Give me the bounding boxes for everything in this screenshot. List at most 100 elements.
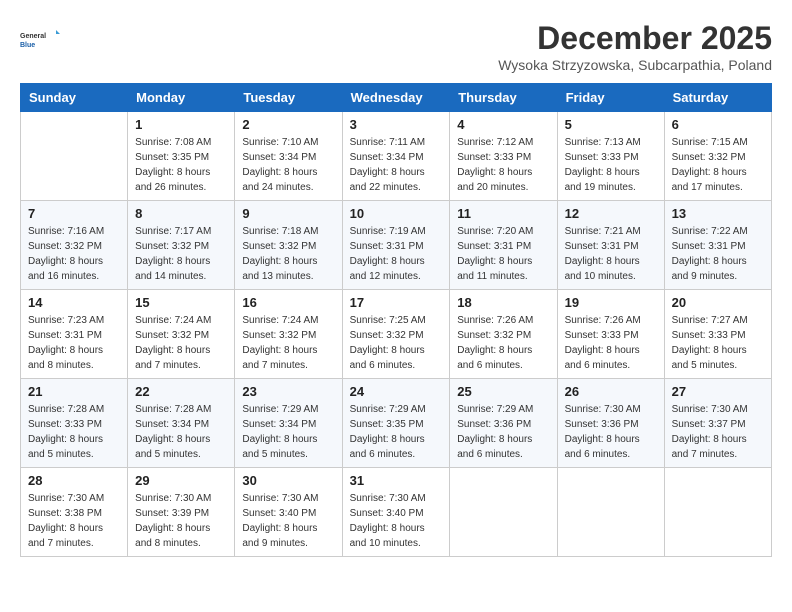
svg-text:Blue: Blue [20, 42, 35, 49]
calendar-cell: 15Sunrise: 7:24 AM Sunset: 3:32 PM Dayli… [128, 290, 235, 379]
calendar-cell: 23 Sunrise: 7:29 AM Sunset: 3:34 PM Dayli… [235, 379, 342, 468]
day-info: Sunrise: 7:28 AM Sunset: 3:34 PM Dayligh… [135, 402, 227, 462]
day-number: 24 [350, 384, 443, 399]
day-info: Sunrise: 7:23 AM Sunset: 3:31 PM Dayligh… [28, 313, 120, 373]
day-info: Sunrise: 7:29 AM Sunset: 3:36 PM Dayligh… [457, 402, 549, 462]
day-info: Sunrise: 7:11 AM Sunset: 3:34 PM Dayligh… [350, 135, 443, 195]
calendar-cell: 20Sunrise: 7:27 AM Sunset: 3:33 PM Dayli… [664, 290, 771, 379]
calendar-week-row: 14 Sunrise: 7:23 AM Sunset: 3:31 PM Dayli… [21, 290, 772, 379]
calendar-cell: 5 Sunrise: 7:13 AM Sunset: 3:33 PM Daylig… [557, 112, 664, 201]
day-number: 30 [242, 473, 334, 488]
day-info: Sunrise: 7:24 AM Sunset: 3:32 PM Dayligh… [242, 313, 334, 373]
calendar-week-row: 7 Sunrise: 7:16 AM Sunset: 3:32 PM Daylig… [21, 201, 772, 290]
column-header-thursday: Thursday [450, 84, 557, 112]
day-number: 5 [565, 117, 657, 132]
day-number: 17 [350, 295, 443, 310]
day-info: Sunrise: 7:12 AM Sunset: 3:33 PM Dayligh… [457, 135, 549, 195]
calendar-cell: 4 Sunrise: 7:12 AM Sunset: 3:33 PM Daylig… [450, 112, 557, 201]
day-number: 25 [457, 384, 549, 399]
calendar-week-row: 21 Sunrise: 7:28 AM Sunset: 3:33 PM Dayli… [21, 379, 772, 468]
column-header-sunday: Sunday [21, 84, 128, 112]
day-number: 6 [672, 117, 764, 132]
calendar-cell: 7 Sunrise: 7:16 AM Sunset: 3:32 PM Daylig… [21, 201, 128, 290]
calendar-cell: 24 Sunrise: 7:29 AM Sunset: 3:35 PM Dayli… [342, 379, 450, 468]
column-header-monday: Monday [128, 84, 235, 112]
day-info: Sunrise: 7:27 AM Sunset: 3:33 PM Dayligh… [672, 313, 764, 373]
day-info: Sunrise: 7:19 AM Sunset: 3:31 PM Dayligh… [350, 224, 443, 284]
day-info: Sunrise: 7:13 AM Sunset: 3:33 PM Dayligh… [565, 135, 657, 195]
calendar-cell: 2 Sunrise: 7:10 AM Sunset: 3:34 PM Daylig… [235, 112, 342, 201]
location-title: Wysoka Strzyzowska, Subcarpathia, Poland [498, 57, 772, 73]
page-header: General Blue December 2025 Wysoka Strzyz… [20, 20, 772, 73]
logo-svg: General Blue [20, 20, 60, 60]
day-info: Sunrise: 7:21 AM Sunset: 3:31 PM Dayligh… [565, 224, 657, 284]
day-number: 10 [350, 206, 443, 221]
day-number: 29 [135, 473, 227, 488]
day-info: Sunrise: 7:20 AM Sunset: 3:31 PM Dayligh… [457, 224, 549, 284]
calendar-cell: 11Sunrise: 7:20 AM Sunset: 3:31 PM Dayli… [450, 201, 557, 290]
day-info: Sunrise: 7:08 AM Sunset: 3:35 PM Dayligh… [135, 135, 227, 195]
calendar-cell: 19 Sunrise: 7:26 AM Sunset: 3:33 PM Dayli… [557, 290, 664, 379]
day-info: Sunrise: 7:16 AM Sunset: 3:32 PM Dayligh… [28, 224, 120, 284]
day-number: 7 [28, 206, 120, 221]
calendar-cell: 21 Sunrise: 7:28 AM Sunset: 3:33 PM Dayli… [21, 379, 128, 468]
calendar-cell: 6 Sunrise: 7:15 AM Sunset: 3:32 PM Daylig… [664, 112, 771, 201]
day-info: Sunrise: 7:17 AM Sunset: 3:32 PM Dayligh… [135, 224, 227, 284]
day-info: Sunrise: 7:10 AM Sunset: 3:34 PM Dayligh… [242, 135, 334, 195]
calendar-cell [450, 468, 557, 557]
day-number: 14 [28, 295, 120, 310]
day-info: Sunrise: 7:26 AM Sunset: 3:32 PM Dayligh… [457, 313, 549, 373]
day-number: 15 [135, 295, 227, 310]
day-number: 21 [28, 384, 120, 399]
day-info: Sunrise: 7:30 AM Sunset: 3:40 PM Dayligh… [350, 491, 443, 551]
day-number: 9 [242, 206, 334, 221]
day-info: Sunrise: 7:30 AM Sunset: 3:40 PM Dayligh… [242, 491, 334, 551]
day-info: Sunrise: 7:30 AM Sunset: 3:37 PM Dayligh… [672, 402, 764, 462]
calendar-header-row: SundayMondayTuesdayWednesdayThursdayFrid… [21, 84, 772, 112]
day-info: Sunrise: 7:29 AM Sunset: 3:34 PM Dayligh… [242, 402, 334, 462]
day-info: Sunrise: 7:18 AM Sunset: 3:32 PM Dayligh… [242, 224, 334, 284]
logo: General Blue [20, 20, 60, 60]
calendar-cell: 26 Sunrise: 7:30 AM Sunset: 3:36 PM Dayli… [557, 379, 664, 468]
day-number: 28 [28, 473, 120, 488]
day-info: Sunrise: 7:15 AM Sunset: 3:32 PM Dayligh… [672, 135, 764, 195]
day-info: Sunrise: 7:22 AM Sunset: 3:31 PM Dayligh… [672, 224, 764, 284]
day-info: Sunrise: 7:28 AM Sunset: 3:33 PM Dayligh… [28, 402, 120, 462]
calendar-cell: 14 Sunrise: 7:23 AM Sunset: 3:31 PM Dayli… [21, 290, 128, 379]
calendar-cell: 30 Sunrise: 7:30 AM Sunset: 3:40 PM Dayli… [235, 468, 342, 557]
day-number: 12 [565, 206, 657, 221]
calendar-cell: 28Sunrise: 7:30 AM Sunset: 3:38 PM Dayli… [21, 468, 128, 557]
day-number: 16 [242, 295, 334, 310]
calendar-cell [557, 468, 664, 557]
calendar-cell: 17Sunrise: 7:25 AM Sunset: 3:32 PM Dayli… [342, 290, 450, 379]
calendar-cell: 10 Sunrise: 7:19 AM Sunset: 3:31 PM Dayli… [342, 201, 450, 290]
day-number: 27 [672, 384, 764, 399]
calendar-cell: 31 Sunrise: 7:30 AM Sunset: 3:40 PM Dayli… [342, 468, 450, 557]
calendar-week-row: 1 Sunrise: 7:08 AM Sunset: 3:35 PM Daylig… [21, 112, 772, 201]
calendar-cell: 25 Sunrise: 7:29 AM Sunset: 3:36 PM Dayli… [450, 379, 557, 468]
column-header-friday: Friday [557, 84, 664, 112]
svg-text:General: General [20, 33, 46, 40]
calendar-week-row: 28Sunrise: 7:30 AM Sunset: 3:38 PM Dayli… [21, 468, 772, 557]
day-number: 3 [350, 117, 443, 132]
day-number: 2 [242, 117, 334, 132]
calendar-cell: 13Sunrise: 7:22 AM Sunset: 3:31 PM Dayli… [664, 201, 771, 290]
day-number: 23 [242, 384, 334, 399]
day-info: Sunrise: 7:26 AM Sunset: 3:33 PM Dayligh… [565, 313, 657, 373]
column-header-wednesday: Wednesday [342, 84, 450, 112]
day-number: 1 [135, 117, 227, 132]
calendar-cell [21, 112, 128, 201]
day-number: 18 [457, 295, 549, 310]
day-number: 31 [350, 473, 443, 488]
day-number: 19 [565, 295, 657, 310]
day-info: Sunrise: 7:30 AM Sunset: 3:36 PM Dayligh… [565, 402, 657, 462]
calendar-cell: 12 Sunrise: 7:21 AM Sunset: 3:31 PM Dayli… [557, 201, 664, 290]
calendar-cell: 18 Sunrise: 7:26 AM Sunset: 3:32 PM Dayli… [450, 290, 557, 379]
day-number: 26 [565, 384, 657, 399]
day-info: Sunrise: 7:29 AM Sunset: 3:35 PM Dayligh… [350, 402, 443, 462]
calendar-cell: 1 Sunrise: 7:08 AM Sunset: 3:35 PM Daylig… [128, 112, 235, 201]
day-number: 4 [457, 117, 549, 132]
calendar-table: SundayMondayTuesdayWednesdayThursdayFrid… [20, 83, 772, 557]
calendar-cell: 16 Sunrise: 7:24 AM Sunset: 3:32 PM Dayli… [235, 290, 342, 379]
month-title: December 2025 [498, 20, 772, 57]
